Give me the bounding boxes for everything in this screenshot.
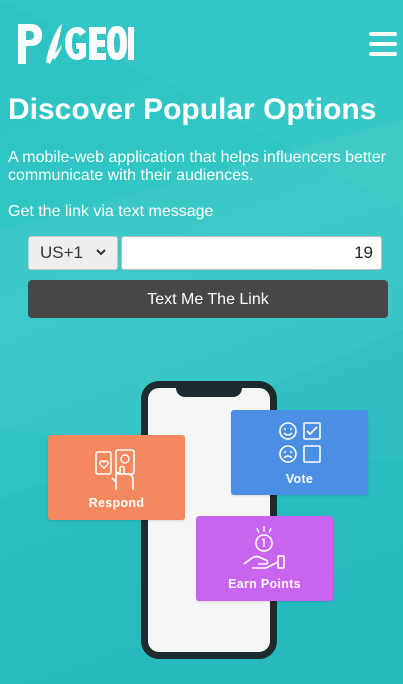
touch-icon — [95, 449, 135, 490]
logo-wordmark — [18, 24, 134, 64]
coin-hand-icon — [243, 526, 285, 569]
get-link-label: Get the link via text message — [8, 203, 214, 220]
page-subtitle: A mobile-web application that helps infl… — [8, 149, 386, 184]
earn-points-label: Earn Points — [228, 577, 301, 591]
phone-number-input[interactable] — [121, 236, 382, 270]
page-title: Discover Popular Options — [8, 93, 377, 126]
country-code-select[interactable]: US+1 — [28, 236, 118, 270]
vote-label: Vote — [285, 472, 314, 486]
respond-label: Respond — [88, 496, 145, 510]
vote-faces-icon — [279, 422, 321, 463]
phone-notch — [176, 386, 242, 397]
text-me-link-button[interactable]: Text Me The Link — [28, 280, 388, 318]
hamburger-menu-icon[interactable] — [369, 32, 397, 56]
feature-card-earn-points: Earn Points — [196, 516, 333, 601]
country-code-value: US+1 — [40, 243, 83, 262]
logo-text: PIGEON — [134, 18, 135, 19]
feature-card-vote: Vote — [231, 410, 368, 495]
header: PIGEON — [0, 0, 403, 80]
chevron-down-icon — [95, 237, 107, 281]
pigeon-logo[interactable]: PIGEON — [16, 18, 134, 72]
feature-card-respond: Respond — [48, 435, 185, 520]
